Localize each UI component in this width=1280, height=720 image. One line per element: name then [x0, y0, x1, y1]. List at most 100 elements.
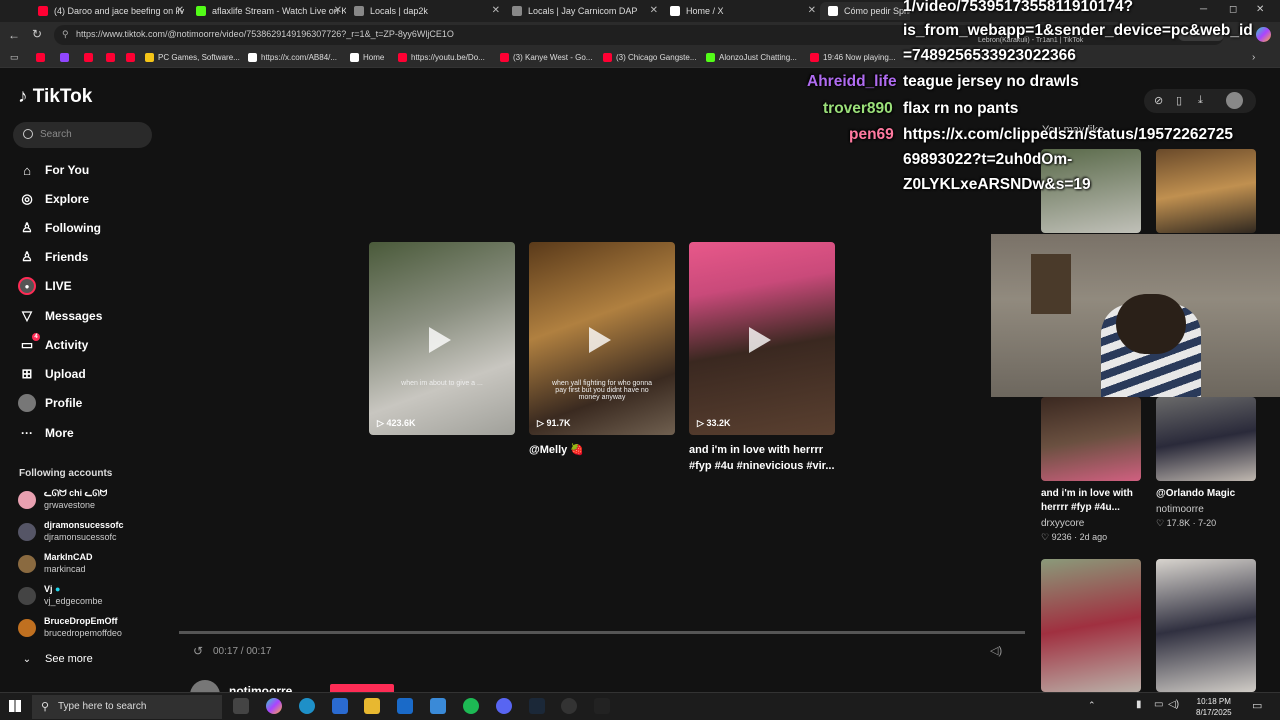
search-icon: ⚲ [41, 701, 50, 713]
tiktok-logo[interactable]: ♪ TikTok [18, 86, 92, 108]
author-avatar[interactable] [190, 680, 220, 692]
video-thumbnail[interactable]: ▷ 33.2K [689, 242, 835, 435]
nav-for-you[interactable]: ⌂ For You [18, 161, 89, 179]
spotify-icon[interactable] [463, 698, 479, 714]
browser-tab[interactable]: Locals | dap2k ✕ [346, 2, 504, 20]
youtube-icon[interactable] [36, 53, 45, 62]
refresh-icon[interactable]: ↻ [32, 27, 42, 41]
photos-icon[interactable] [430, 698, 446, 714]
file-explorer-icon[interactable] [364, 698, 380, 714]
replay-icon[interactable]: ↺ [193, 644, 203, 658]
bookmark-item[interactable]: Home [350, 53, 384, 62]
copilot-icon[interactable] [266, 698, 282, 714]
volume-icon[interactable]: ◁) [1168, 699, 1179, 710]
tab-title: Locals | Jay Carnicom DAP [528, 6, 638, 16]
tray-chevron-icon[interactable]: ⌃ [1088, 700, 1096, 711]
close-icon[interactable]: ✕ [650, 5, 658, 16]
video-thumbnail[interactable]: when im about to give a ... ▷ 423.6K [369, 242, 515, 435]
close-icon[interactable]: ✕ [492, 5, 500, 16]
tab-title: Home / X [686, 6, 724, 16]
chat-line: =7489256533923022366 [903, 47, 1076, 64]
outlook-icon[interactable] [397, 698, 413, 714]
obs-icon[interactable] [561, 698, 577, 714]
edge-icon[interactable] [299, 698, 315, 714]
see-more-button[interactable]: ⌄ See more [18, 650, 93, 668]
microphone-icon[interactable]: ▮ [1136, 699, 1142, 710]
close-icon[interactable]: ✕ [334, 5, 342, 16]
bookmark-item[interactable]: https://x.com/AB84/... [248, 53, 337, 62]
recommended-video-thumbnail[interactable] [1156, 397, 1256, 481]
nav-profile[interactable]: ● Profile [18, 394, 82, 412]
twitch-icon[interactable] [60, 53, 69, 62]
windows-start-icon[interactable] [9, 700, 21, 712]
close-icon[interactable]: ✕ [176, 5, 184, 16]
nav-label: LIVE [45, 279, 72, 293]
recommended-author[interactable]: drxyycore [1041, 518, 1084, 529]
system-clock[interactable]: 10:18 PM 8/17/2025 [1196, 696, 1232, 718]
youtube-icon [398, 53, 407, 62]
bookmark-folder-icon[interactable]: ▭ [10, 52, 19, 63]
store-icon[interactable] [332, 698, 348, 714]
x-icon [670, 6, 680, 16]
recommended-caption[interactable]: and i'm in love with herrrr #fyp #4u... [1041, 487, 1151, 515]
browser-tab[interactable]: Home / X ✕ [662, 2, 820, 20]
bookmark-label: PC Games, Software... [158, 53, 240, 62]
bookmark-item[interactable]: PC Games, Software... [145, 53, 240, 62]
recommended-video-thumbnail[interactable] [1041, 397, 1141, 481]
bookmark-label: Home [363, 53, 385, 62]
network-icon[interactable]: ▭ [1154, 699, 1163, 710]
recommended-caption[interactable]: @Orlando Magic [1156, 487, 1266, 501]
discord-icon[interactable] [496, 698, 512, 714]
nav-more[interactable]: ··· More [18, 424, 74, 442]
chat-line: flax rn no pants [903, 100, 1019, 117]
notification-icon[interactable]: ▭ [1252, 699, 1262, 712]
site-info-icon[interactable]: ⚲ [62, 29, 69, 40]
account-name: BruceDropEmOff [44, 616, 118, 626]
task-view-icon[interactable] [233, 698, 249, 714]
clock-time: 10:18 PM [1196, 697, 1231, 706]
nav-upload[interactable]: ⊞ Upload [18, 365, 86, 383]
nav-activity[interactable]: ▭ 4 Activity [18, 333, 88, 354]
bookmark-item[interactable]: https://youtu.be/Do... [398, 53, 485, 62]
browser-tab[interactable]: (4) Daroo and jace beefing on liv ✕ [30, 2, 188, 20]
nav-label: Following [45, 221, 101, 235]
bookmark-label: https://x.com/AB84/... [261, 53, 338, 62]
nav-messages[interactable]: ▽ Messages [18, 307, 102, 325]
nav-explore[interactable]: ◎ Explore [18, 190, 89, 208]
recommended-video-thumbnail[interactable] [1156, 559, 1256, 692]
follow-button[interactable] [330, 684, 394, 692]
account-handle: djramonsucessofc [44, 532, 117, 542]
nav-live[interactable]: ● LIVE [18, 277, 72, 295]
browser-tab[interactable]: Locals | Jay Carnicom DAP ✕ [504, 2, 662, 20]
view-count: ▷ 33.2K [697, 418, 730, 429]
playback-time: 00:17 / 00:17 [213, 646, 272, 657]
youtube-icon[interactable] [84, 53, 93, 62]
chat-line: teague jersey no drawls [903, 73, 1079, 90]
search-input[interactable]: Search [13, 122, 152, 148]
bookmark-item[interactable]: (3) Kanye West - Go... [500, 53, 592, 62]
nav-following[interactable]: ♙ Following [18, 219, 101, 237]
progress-bar[interactable] [179, 631, 1025, 634]
recommended-video-thumbnail[interactable] [1041, 559, 1141, 692]
youtube-icon[interactable] [106, 53, 115, 62]
author-name[interactable]: notimoorre [229, 684, 292, 692]
steam-icon[interactable] [529, 698, 545, 714]
volume-icon[interactable]: ◁) [990, 644, 1002, 657]
account-handle: grwavestone [44, 500, 96, 510]
notification-badge: 4 [32, 333, 40, 341]
video-thumbnail[interactable]: when yall fighting for who gonna pay fir… [529, 242, 675, 435]
back-icon[interactable]: ← [8, 28, 20, 42]
nav-friends[interactable]: ♙ Friends [18, 248, 88, 266]
video-caption[interactable]: @Melly 🍓 [529, 442, 675, 458]
bookmark-item[interactable]: AlonzoJust Chatting... [706, 53, 797, 62]
messages-icon: ▽ [22, 308, 32, 323]
chat-line: https://x.com/clippedszn/status/19572262… [903, 126, 1233, 143]
taskbar-search-input[interactable]: ⚲ Type here to search [32, 695, 222, 719]
video-caption[interactable]: and i'm in love with herrrr #fyp #4u #ni… [689, 442, 835, 474]
epic-games-icon[interactable] [594, 698, 610, 714]
browser-tab[interactable]: aflaxlife Stream - Watch Live on K ✕ [188, 2, 346, 20]
bookmark-item[interactable]: (3) Chicago Gangste... [603, 53, 696, 62]
recommended-author[interactable]: notimoorre [1156, 504, 1204, 515]
youtube-icon[interactable] [126, 53, 135, 62]
friends-icon: ♙ [21, 249, 33, 264]
